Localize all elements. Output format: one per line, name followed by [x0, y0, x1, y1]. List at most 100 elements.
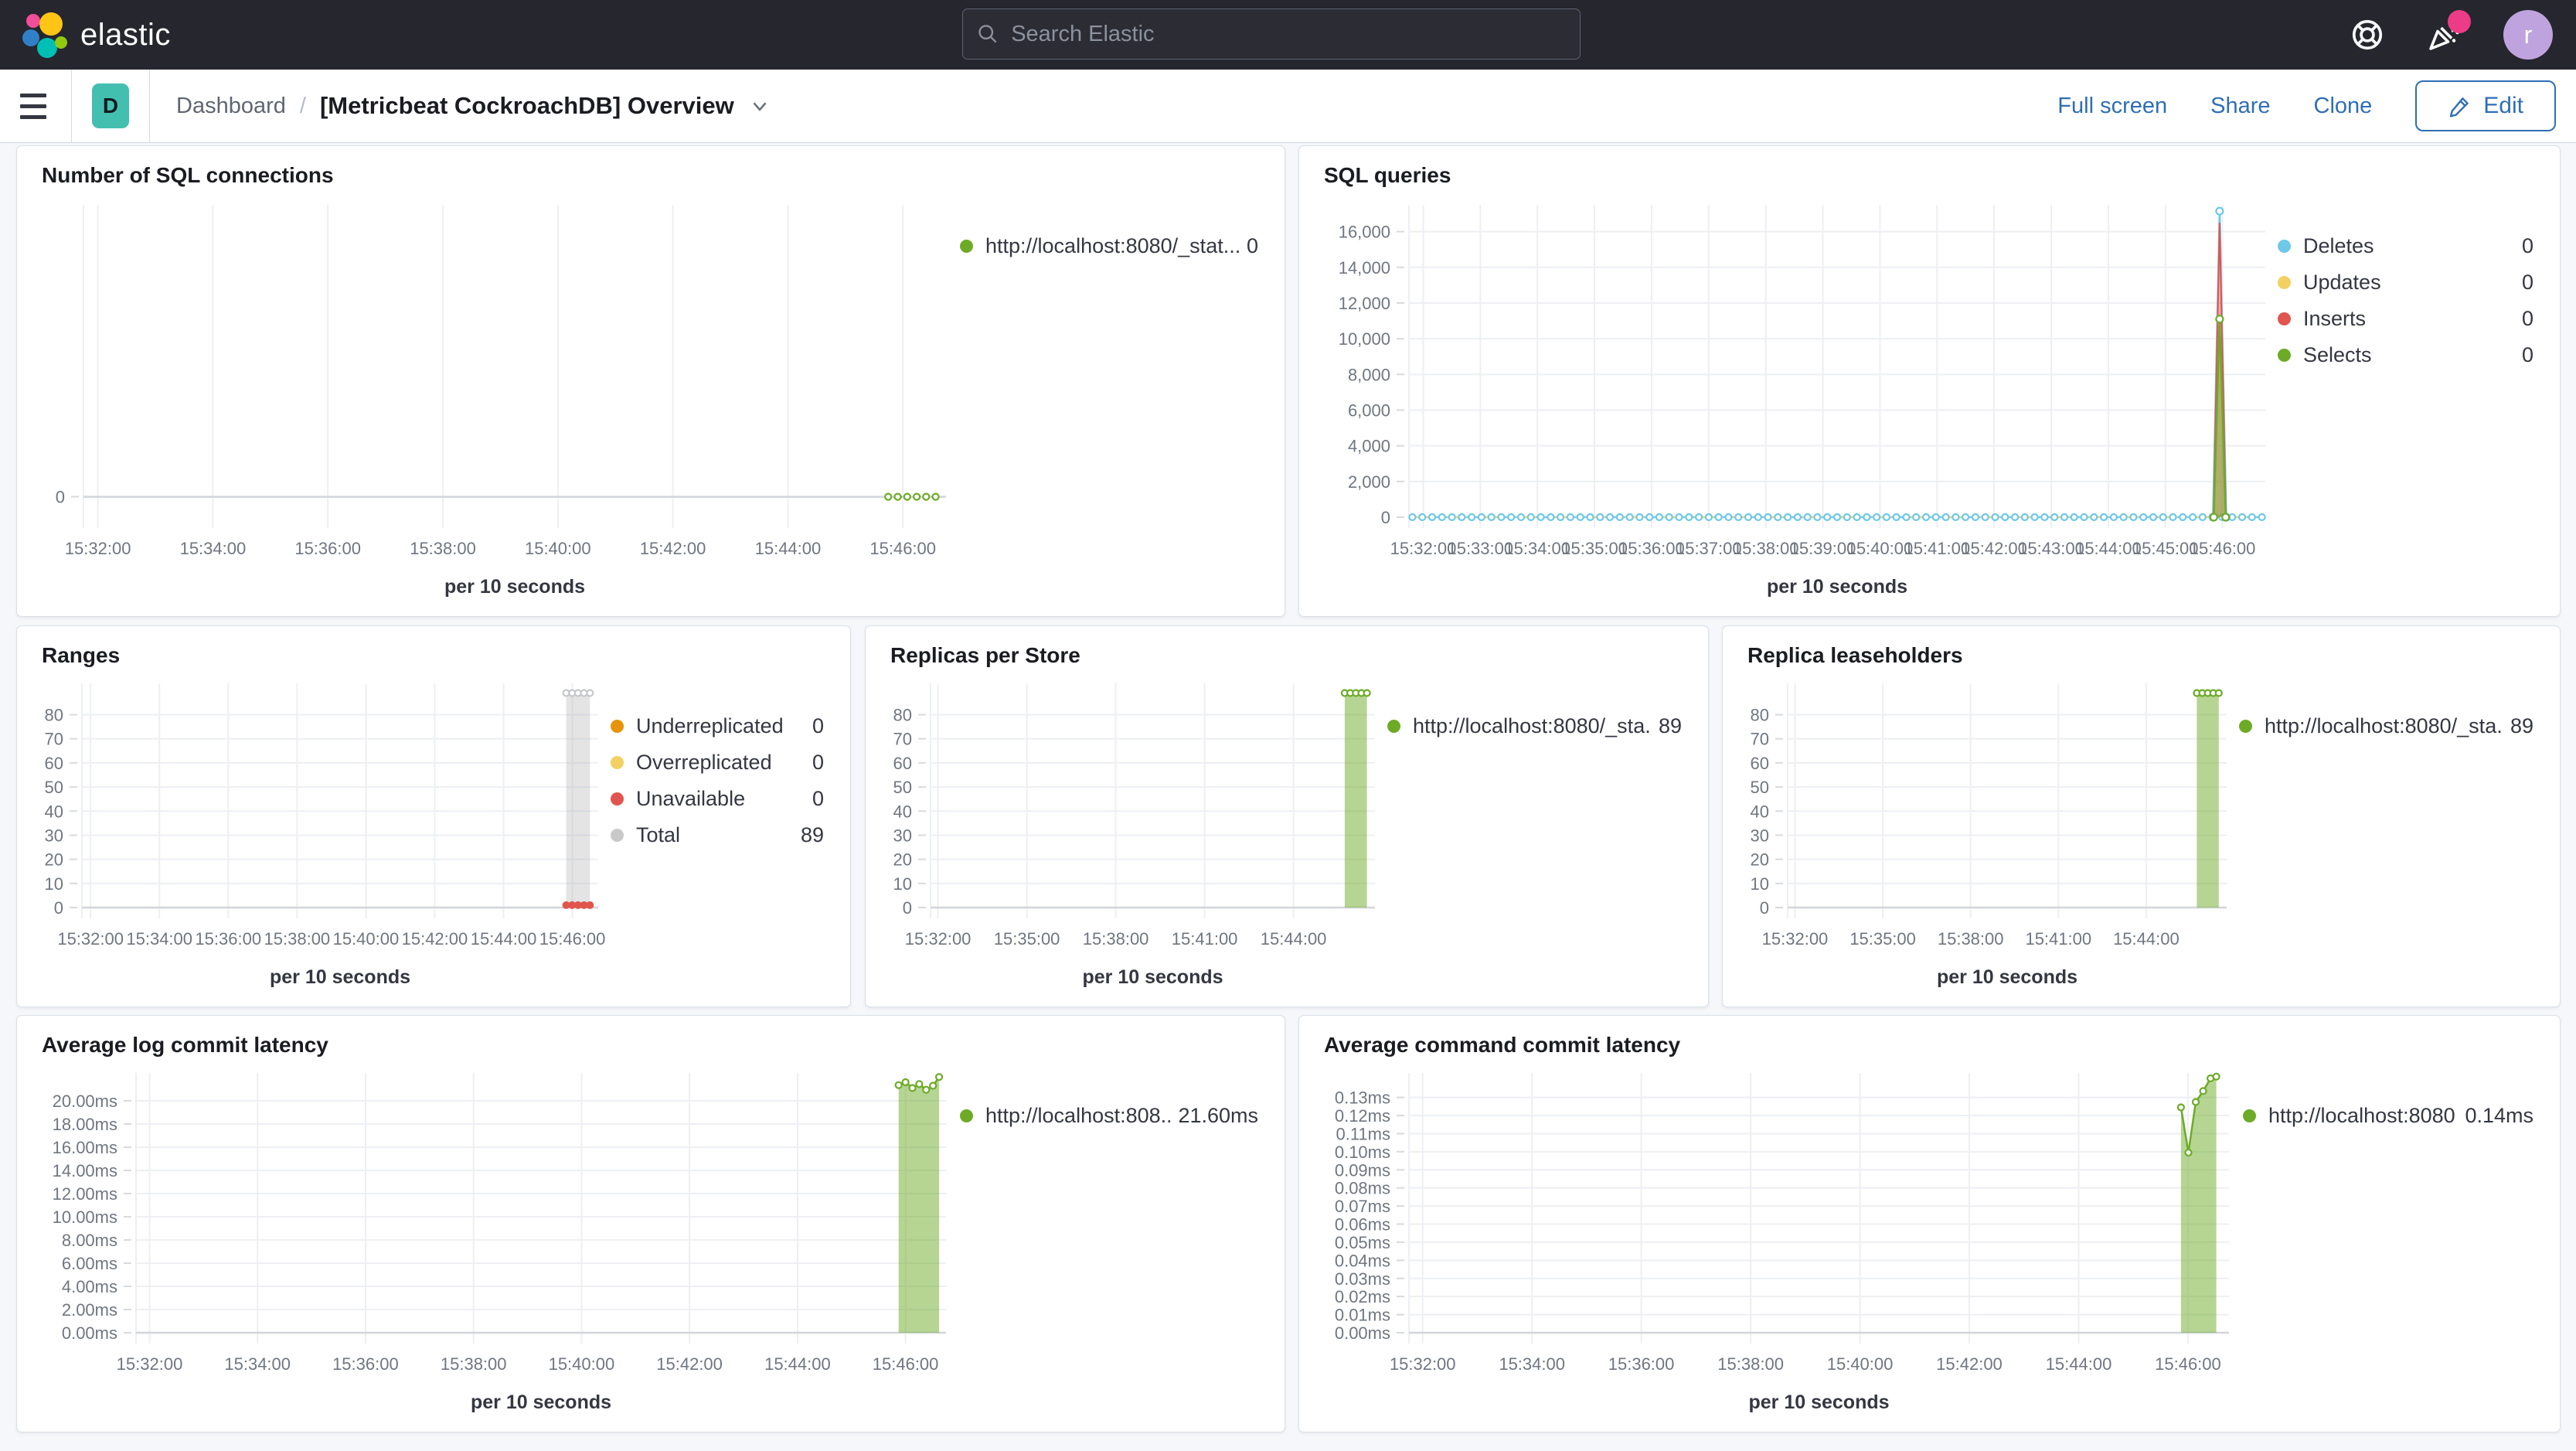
svg-text:15:42:00: 15:42:00: [1961, 539, 2027, 558]
svg-text:4,000: 4,000: [1348, 437, 1390, 456]
legend-dot: [1387, 720, 1400, 733]
replicas-per-store-chart[interactable]: 0 10 20 30 40 50 60 70 80 15:32:00 15:35:00 15:38:0…: [881, 669, 1387, 994]
svg-text:0.01ms: 0.01ms: [1335, 1306, 1390, 1325]
global-search[interactable]: [962, 9, 1581, 60]
svg-text:20.00ms: 20.00ms: [53, 1092, 117, 1111]
svg-text:15:34:00: 15:34:00: [126, 929, 192, 949]
legend-dot: [2243, 1109, 2256, 1122]
legend-item[interactable]: Total 89: [611, 823, 824, 847]
svg-text:15:40:00: 15:40:00: [549, 1354, 615, 1374]
legend-value: 0: [2521, 234, 2533, 257]
replica-leaseholders-chart[interactable]: 0 10 20 30 40 50 60 70 80 15:32:00 15:35:00 15:38:0…: [1738, 669, 2239, 994]
sql-connections-chart[interactable]: 0 15:32:00 15:34:00 15:36:00 15:38:00 15:40:0…: [32, 189, 960, 604]
svg-text:15:36:00: 15:36:00: [294, 539, 361, 558]
legend-dot: [611, 756, 624, 769]
legend-value: 21.60ms: [1178, 1104, 1258, 1127]
svg-text:15:44:00: 15:44:00: [764, 1354, 831, 1374]
legend-item[interactable]: Deletes 0: [2278, 234, 2533, 258]
legend-item[interactable]: http://localhost:8080/_stat... 0: [960, 234, 1258, 258]
edit-button[interactable]: Edit: [2415, 80, 2556, 131]
svg-text:40: 40: [1751, 802, 1769, 821]
svg-text:15:43:00: 15:43:00: [2018, 539, 2084, 558]
svg-text:70: 70: [45, 730, 63, 749]
svg-text:15:44:00: 15:44:00: [1261, 929, 1327, 949]
menu-button[interactable]: [20, 70, 71, 143]
help-button[interactable]: [2349, 16, 2386, 53]
svg-text:20: 20: [893, 850, 912, 870]
panel-average-log-commit-latency: Average log commit latency 0.00ms 2.00ms 4…: [16, 1015, 1285, 1432]
full-screen-button[interactable]: Full screen: [2057, 94, 2167, 119]
legend-label: Updates: [2303, 271, 2381, 294]
legend-item[interactable]: Updates 0: [2278, 271, 2533, 295]
legend-item[interactable]: Overreplicated 0: [611, 751, 824, 775]
chart-legend: http://localhost:808... 21.60ms: [960, 1059, 1269, 1419]
svg-text:15:38:00: 15:38:00: [410, 539, 476, 558]
svg-text:15:32:00: 15:32:00: [905, 929, 972, 949]
svg-text:0: 0: [56, 488, 65, 507]
legend-item[interactable]: http://localhost:8080/_sta... 89: [2239, 714, 2533, 738]
svg-text:15:34:00: 15:34:00: [1499, 1354, 1565, 1374]
breadcrumb-dashboard[interactable]: Dashboard: [176, 94, 286, 119]
svg-text:15:40:00: 15:40:00: [1827, 1354, 1894, 1374]
svg-text:15:38:00: 15:38:00: [1938, 929, 2004, 949]
svg-text:70: 70: [893, 730, 912, 749]
ranges-chart[interactable]: 0 10 20 30 40 50 60 70 80 15:32:00 15:34:00 15:36:0…: [32, 669, 611, 994]
svg-text:15:36:00: 15:36:00: [332, 1354, 399, 1374]
svg-text:30: 30: [893, 826, 912, 845]
svg-text:12,000: 12,000: [1339, 294, 1390, 313]
svg-text:15:34:00: 15:34:00: [224, 1354, 291, 1374]
svg-text:15:34:00: 15:34:00: [180, 539, 247, 558]
svg-text:16,000: 16,000: [1339, 223, 1390, 242]
elastic-logo[interactable]: elastic: [22, 11, 171, 59]
legend-label: Inserts: [2303, 307, 2367, 330]
legend-item[interactable]: Underreplicated 0: [611, 714, 824, 738]
legend-item[interactable]: Selects 0: [2278, 343, 2533, 367]
svg-text:0.11ms: 0.11ms: [1336, 1124, 1390, 1143]
sql-queries-chart[interactable]: 0 2,000 4,000 6,000 8,000 10,000 12,000 14,000 1…: [1315, 189, 2278, 604]
svg-text:15:33:00: 15:33:00: [1447, 539, 1513, 558]
svg-text:15:35:00: 15:35:00: [1561, 539, 1628, 558]
legend-label: http://localhost:8080...: [2268, 1104, 2458, 1127]
svg-text:40: 40: [45, 802, 63, 821]
svg-text:15:44:00: 15:44:00: [2046, 1354, 2112, 1374]
breadcrumb-separator: /: [299, 93, 306, 118]
svg-text:14.00ms: 14.00ms: [53, 1161, 117, 1180]
clone-button[interactable]: Clone: [2314, 94, 2373, 119]
dashboard-app-badge[interactable]: D: [92, 83, 129, 128]
life-ring-icon: [2352, 19, 2383, 50]
search-input[interactable]: [1009, 20, 1566, 48]
legend-dot: [2278, 312, 2291, 325]
svg-text:0.08ms: 0.08ms: [1335, 1179, 1390, 1198]
panel-title: Ranges: [42, 643, 121, 667]
news-button[interactable]: [2426, 10, 2471, 53]
legend-dot: [611, 829, 624, 842]
svg-text:15:38:00: 15:38:00: [441, 1354, 507, 1374]
legend-value: 89: [1658, 714, 1682, 737]
svg-text:14,000: 14,000: [1339, 258, 1390, 278]
command-commit-latency-chart[interactable]: 0.00ms0.01ms0.02ms0.03ms0.04ms0.05ms0.06…: [1315, 1059, 2243, 1419]
svg-text:15:38:00: 15:38:00: [1717, 1354, 1784, 1374]
svg-text:per 10 seconds: per 10 seconds: [1767, 576, 1907, 598]
svg-text:15:44:00: 15:44:00: [2113, 929, 2180, 949]
legend-item[interactable]: http://localhost:8080... 0.14ms: [2243, 1104, 2533, 1128]
dashboard-toolbar: D Dashboard / [Metricbeat CockroachDB] O…: [0, 69, 2576, 143]
legend-item[interactable]: Unavailable 0: [611, 787, 824, 811]
chevron-down-icon[interactable]: [748, 94, 771, 118]
svg-text:6.00ms: 6.00ms: [62, 1254, 117, 1273]
share-button[interactable]: Share: [2210, 94, 2270, 119]
svg-text:15:37:00: 15:37:00: [1676, 539, 1742, 558]
legend-item[interactable]: http://localhost:808... 21.60ms: [960, 1104, 1258, 1128]
legend-dot: [960, 240, 973, 253]
log-commit-latency-chart[interactable]: 0.00ms 2.00ms 4.00ms 6.00ms 8.00ms 10.00ms 12.…: [32, 1059, 960, 1419]
legend-item[interactable]: http://localhost:8080/_sta... 89: [1387, 714, 1682, 738]
avatar[interactable]: r: [2503, 10, 2553, 60]
panel-title: Replica leaseholders: [1747, 643, 1963, 667]
legend-item[interactable]: Inserts 0: [2278, 307, 2533, 331]
svg-text:15:36:00: 15:36:00: [195, 929, 261, 949]
svg-text:80: 80: [893, 706, 912, 725]
chart-legend: http://localhost:8080/_sta... 89: [1387, 669, 1693, 994]
svg-text:15:40:00: 15:40:00: [333, 929, 400, 949]
legend-value: 89: [800, 823, 824, 846]
svg-text:15:32:00: 15:32:00: [117, 1354, 183, 1374]
svg-text:15:32:00: 15:32:00: [1762, 929, 1829, 949]
